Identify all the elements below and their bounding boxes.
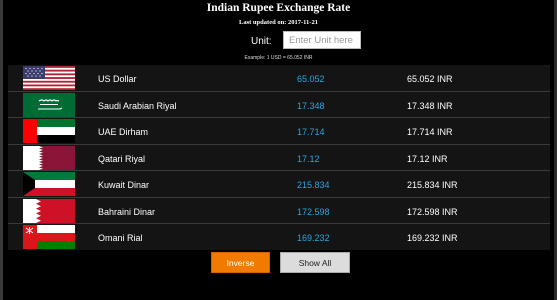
unit-input[interactable]: [283, 31, 361, 49]
rate-row-omr[interactable]: Omani Rial 169.232 169.232 INR: [8, 224, 550, 250]
saudi-flag-icon: [23, 92, 75, 117]
currency-name: Bahraini Dinar: [98, 206, 156, 217]
qatar-flag-icon: [23, 145, 75, 170]
window-left-edge: [0, 0, 3, 300]
unit-label: Unit:: [251, 36, 272, 47]
currency-name: US Dollar: [98, 74, 137, 84]
example-text: Example: 1 USD = 65.052 INR: [244, 55, 313, 61]
currency-name: Saudi Arabian Riyal: [98, 100, 177, 111]
currency-name: UAE Dirham: [98, 127, 149, 137]
currency-inr-value: 17.714 INR: [407, 127, 453, 137]
currency-inr-value: 215.834 INR: [407, 180, 458, 190]
inverse-button[interactable]: Inverse: [211, 252, 270, 273]
usa-flag-icon: [23, 66, 75, 90]
rate-row-bhd[interactable]: Bahraini Dinar 172.598 172.598 INR: [8, 198, 550, 224]
currency-name: Kuwait Dinar: [98, 180, 150, 190]
rate-row-aed[interactable]: UAE Dirham 17.714 17.714 INR: [8, 118, 550, 145]
currency-inr-value: 169.232 INR: [407, 233, 458, 243]
uae-flag-icon: [23, 119, 75, 143]
bahrain-flag-icon: [23, 198, 75, 223]
rate-row-sar[interactable]: Saudi Arabian Riyal 17.348 17.348 INR: [8, 92, 550, 118]
currency-name: Omani Rial: [98, 233, 143, 243]
rate-row-qar[interactable]: Qatari Riyal 17.12 17.12 INR: [8, 145, 550, 171]
currency-rate: 172.598: [297, 206, 330, 217]
currency-inr-value: 65.052 INR: [407, 74, 453, 84]
currency-rate: 215.834: [297, 180, 330, 190]
currency-inr-value: 17.348 INR: [407, 100, 453, 111]
page-title: Indian Rupee Exchange Rate: [206, 2, 351, 14]
kuwait-flag-icon: [23, 172, 75, 196]
rate-row-kwd[interactable]: Kuwait Dinar 215.834 215.834 INR: [8, 171, 550, 198]
currency-inr-value: 17.12 INR: [407, 153, 448, 164]
oman-flag-icon: [23, 225, 75, 249]
currency-name: Qatari Riyal: [98, 153, 146, 164]
currency-rate: 17.714: [297, 127, 325, 137]
currency-inr-value: 172.598 INR: [407, 206, 458, 217]
show-all-button[interactable]: Show All: [280, 252, 350, 273]
currency-rate: 169.232: [297, 233, 330, 243]
currency-rate: 17.12: [297, 153, 320, 164]
currency-rate: 65.052: [297, 74, 325, 84]
rate-row-usd[interactable]: US Dollar 65.052 65.052 INR: [8, 65, 550, 92]
last-updated-text: Last updated on: 2017-11-21: [239, 19, 318, 26]
rates-table: US Dollar 65.052 65.052 INR Saudi Arabia…: [8, 65, 550, 250]
currency-rate: 17.348: [297, 100, 325, 111]
